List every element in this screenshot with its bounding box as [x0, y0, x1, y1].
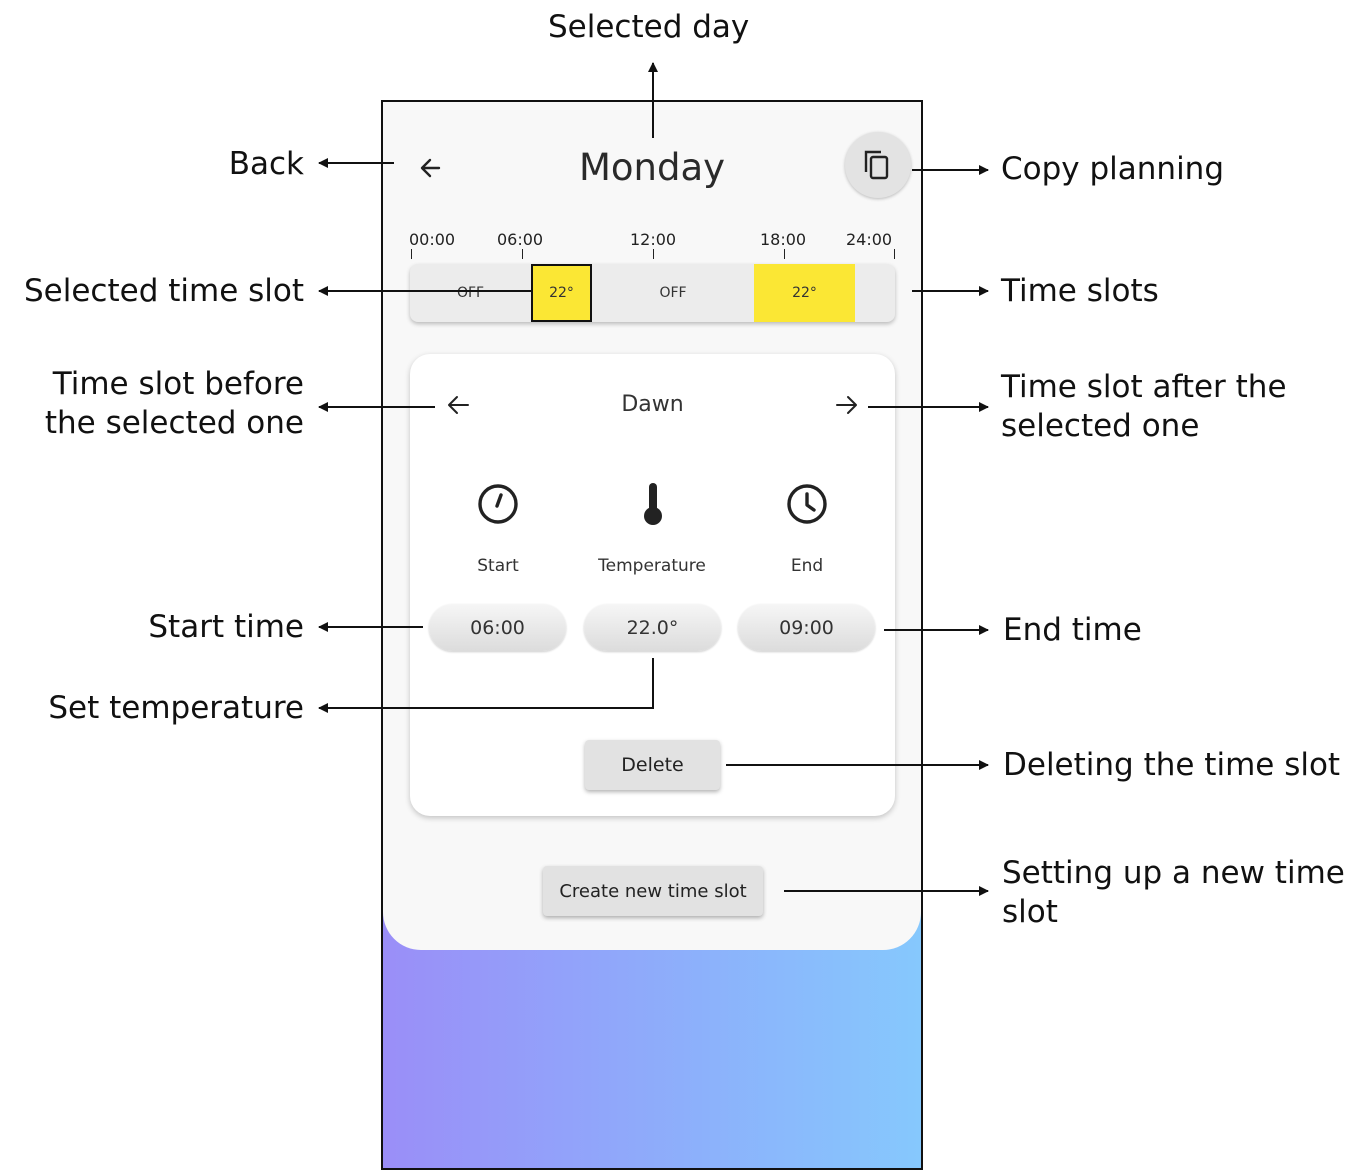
arrow-set-temperature — [318, 658, 654, 713]
annotation-selected-time-slot: Selected time slot — [23, 273, 304, 309]
annotation-start-time: Start time — [148, 609, 304, 645]
annotation-new-line1: Setting up a new time — [1002, 855, 1345, 891]
annotation-set-temperature: Set temperature — [48, 690, 304, 726]
annotation-new-line2: slot — [1002, 894, 1058, 930]
annotation-time-slots: Time slots — [1001, 273, 1159, 309]
annotation-end-time: End time — [1003, 612, 1142, 648]
annotation-after-line2: selected one — [1001, 408, 1200, 444]
annotation-deleting: Deleting the time slot — [1003, 747, 1341, 783]
annotation-before-line2: the selected one — [44, 405, 304, 441]
annotation-selected-day: Selected day — [548, 9, 750, 45]
annotation-before-line1: Time slot before — [52, 366, 304, 402]
annotation-back: Back — [228, 146, 304, 182]
annotation-after-line1: Time slot after the — [1001, 369, 1287, 405]
annotation-copy-planning: Copy planning — [1001, 151, 1225, 187]
